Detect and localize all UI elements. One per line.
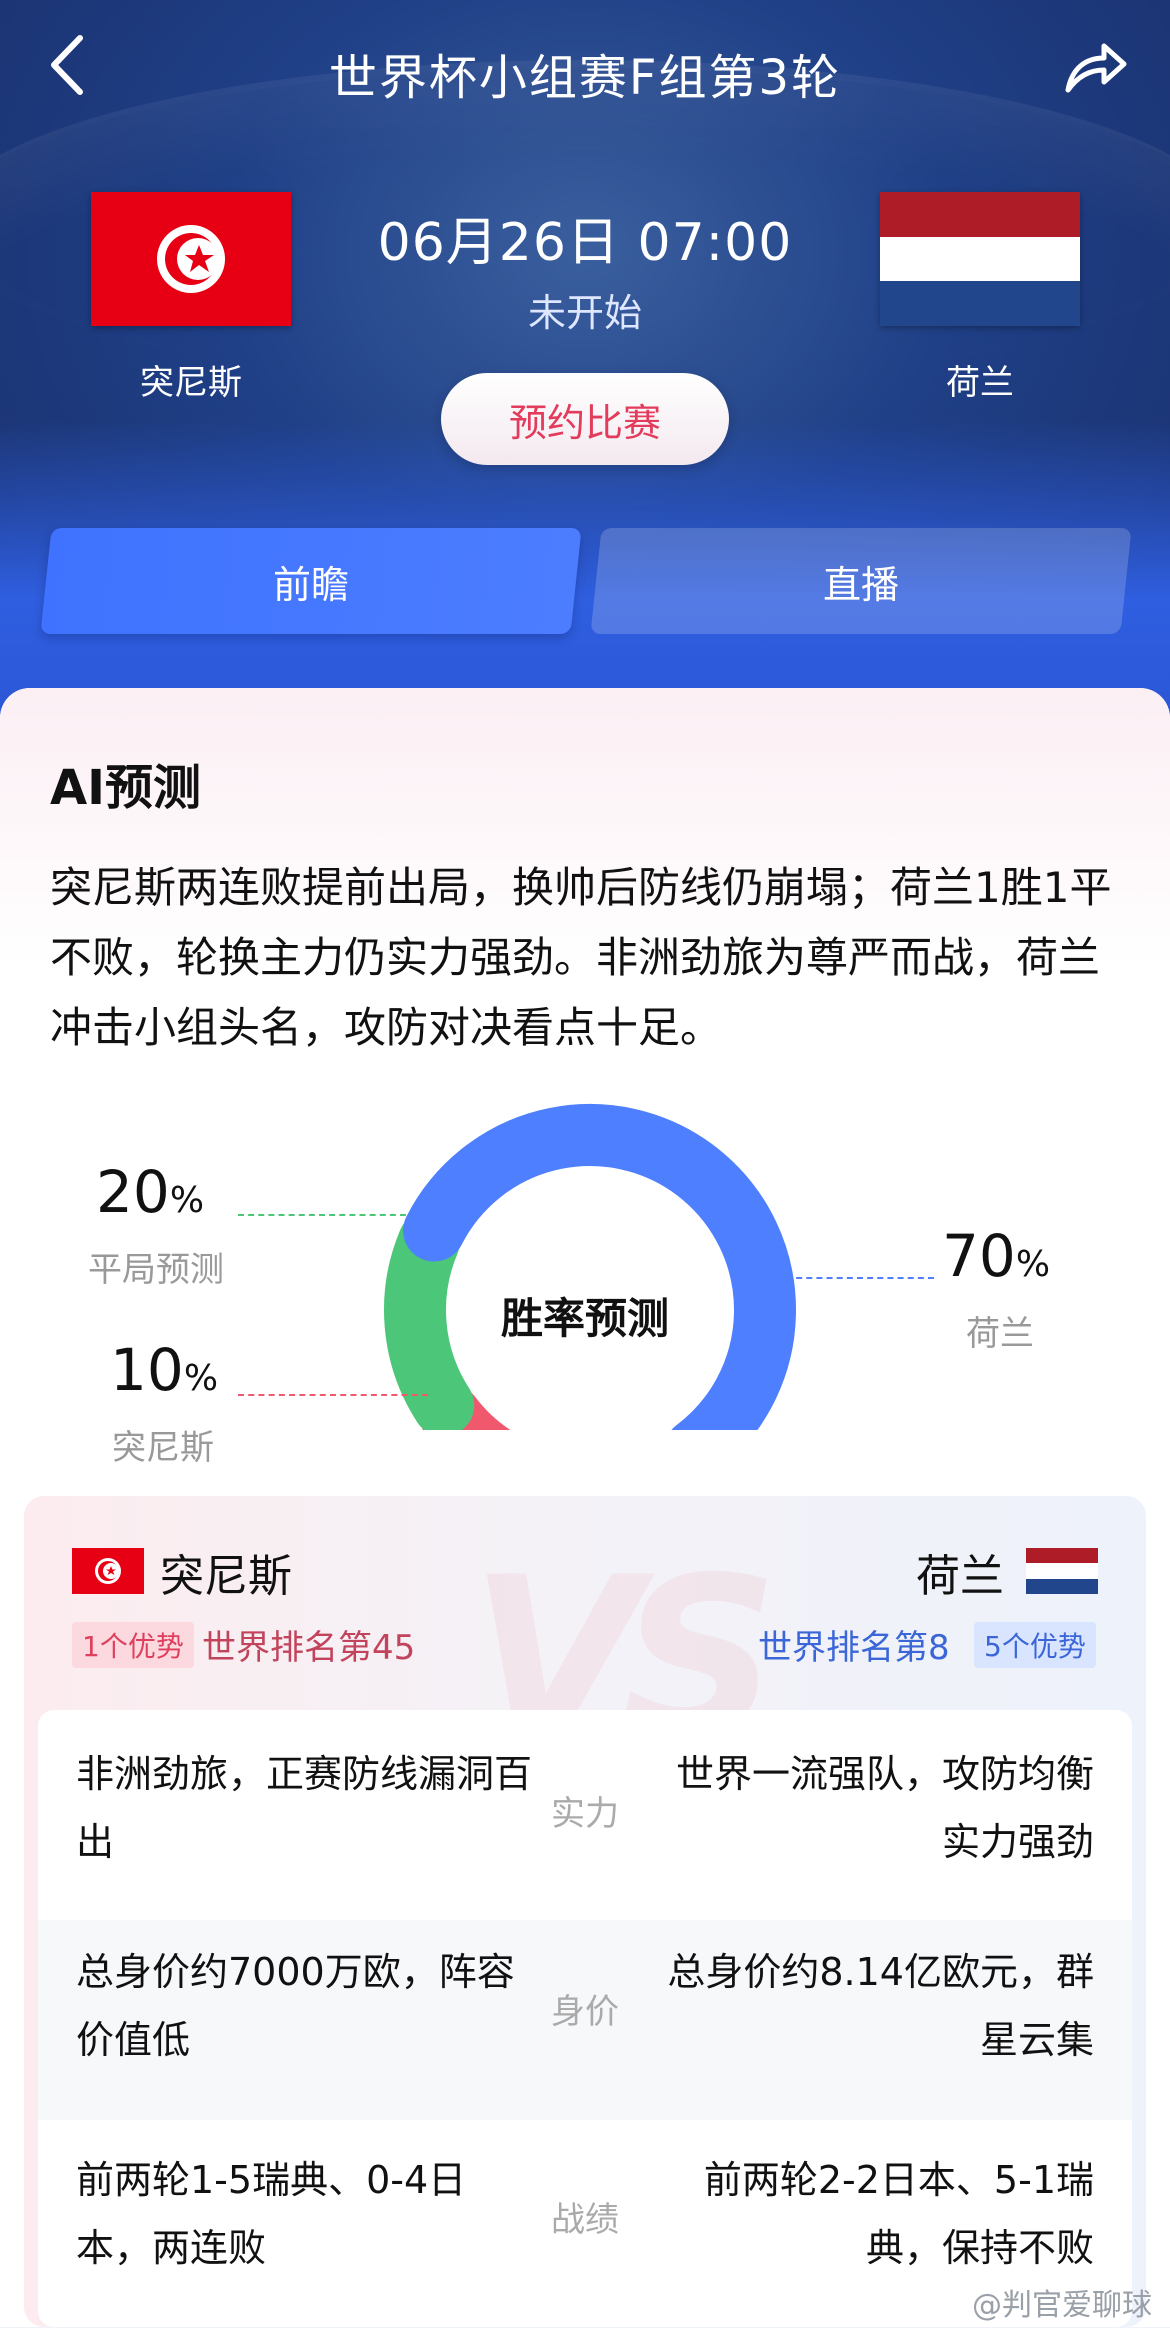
share-arrow-icon[interactable]: [1060, 32, 1130, 102]
compare-home-name: 突尼斯: [160, 1551, 292, 1602]
away-percent: 70%: [942, 1222, 1050, 1290]
tab-live-label: 直播: [822, 562, 899, 607]
reserve-match-button[interactable]: 预约比赛: [441, 373, 729, 465]
tab-preview[interactable]: 前瞻: [40, 528, 582, 634]
draw-percent-value: 20: [96, 1158, 170, 1226]
away-label: 荷兰: [966, 1314, 1034, 1354]
page-title: 世界杯小组赛F组第3轮: [328, 50, 842, 106]
tab-preview-label: 前瞻: [272, 562, 349, 607]
win-rate-donut: [340, 1080, 840, 1430]
draw-leader-line: [238, 1214, 406, 1216]
away-advantage-badge: 5个优势: [974, 1622, 1096, 1668]
home-rank: 世界排名第45: [202, 1628, 416, 1668]
tunisia-mini-flag: [72, 1548, 144, 1594]
away-percent-unit: %: [1015, 1244, 1051, 1285]
row-right-text: 前两轮2-2日本、5-1瑞典，保持不败: [703, 2158, 1094, 2270]
home-advantage-badge: 1个优势: [72, 1622, 194, 1668]
watermark-text: @判官爱聊球: [972, 2288, 1152, 2323]
comparison-table: 非洲劲旅，正赛防线漏洞百出 实力 世界一流强队，攻防均衡实力强劲 总身价约700…: [38, 1710, 1132, 2327]
home-leader-line: [238, 1394, 428, 1396]
row-left-text: 总身价约7000万欧，阵容价值低: [76, 1950, 515, 2062]
row-right-text: 总身价约8.14亿欧元，群星云集: [667, 1950, 1094, 2062]
table-row: 总身价约7000万欧，阵容价值低 身价 总身价约8.14亿欧元，群星云集: [38, 1920, 1132, 2120]
draw-percent-unit: %: [169, 1180, 205, 1221]
home-team-name: 突尼斯: [140, 363, 242, 403]
table-row: 非洲劲旅，正赛防线漏洞百出 实力 世界一流强队，攻防均衡实力强劲: [38, 1710, 1132, 1910]
table-row: 前两轮1-5瑞典、0-4日本，两连败 战绩 前两轮2-2日本、5-1瑞典，保持不…: [38, 2128, 1132, 2328]
match-datetime: 06月26日 07:00: [377, 213, 793, 273]
top-bar: 世界杯小组赛F组第3轮: [0, 20, 1170, 110]
draw-label: 平局预测: [88, 1250, 224, 1290]
away-rank: 世界排名第8: [758, 1628, 950, 1668]
row-category: 实力: [551, 1794, 619, 1834]
netherlands-mini-flag: [1026, 1548, 1098, 1594]
home-percent-value: 10: [110, 1336, 184, 1404]
home-percent: 10%: [110, 1336, 218, 1404]
row-left-text: 前两轮1-5瑞典、0-4日本，两连败: [76, 2158, 467, 2270]
home-label: 突尼斯: [112, 1428, 214, 1468]
ai-prediction-title: AI预测: [50, 760, 202, 816]
home-percent-unit: %: [183, 1358, 219, 1399]
row-category: 身价: [551, 1992, 619, 2032]
compare-away-name: 荷兰: [916, 1551, 1004, 1602]
away-leader-line: [786, 1277, 934, 1279]
donut-slice-0: [403, 1104, 796, 1430]
match-status: 未开始: [527, 291, 642, 335]
away-percent-value: 70: [942, 1222, 1016, 1290]
row-right-text: 世界一流强队，攻防均衡实力强劲: [675, 1752, 1094, 1864]
tab-live[interactable]: 直播: [590, 528, 1132, 634]
row-left-text: 非洲劲旅，正赛防线漏洞百出: [76, 1752, 533, 1864]
away-team-name: 荷兰: [946, 363, 1014, 403]
draw-percent: 20%: [96, 1158, 204, 1226]
row-category: 战绩: [551, 2200, 619, 2240]
ai-prediction-text: 突尼斯两连败提前出局，换帅后防线仍崩塌；荷兰1胜1平不败，轮换主力仍实力强劲。非…: [50, 863, 1112, 1052]
